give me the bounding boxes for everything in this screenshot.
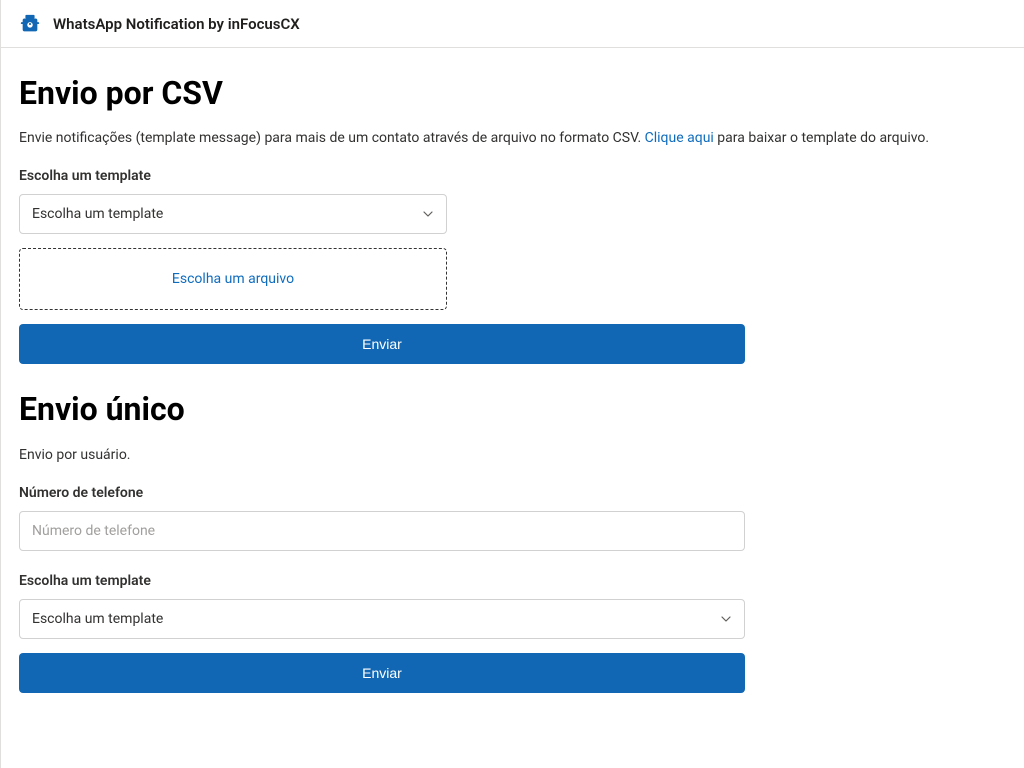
download-template-link[interactable]: Clique aqui (645, 130, 714, 146)
app-logo-icon (19, 13, 41, 35)
chevron-down-icon (422, 208, 434, 220)
single-template-select-value: Escolha um template (32, 611, 163, 627)
phone-input[interactable] (19, 511, 745, 551)
csv-submit-button[interactable]: Enviar (19, 324, 745, 364)
chevron-down-icon (720, 613, 732, 625)
csv-file-picker-label: Escolha um arquivo (172, 271, 294, 287)
phone-label: Número de telefone (19, 485, 1006, 501)
single-submit-button[interactable]: Enviar (19, 653, 745, 693)
single-description: Envio por usuário. (19, 447, 1006, 463)
single-template-label: Escolha um template (19, 573, 1006, 589)
csv-template-select-value: Escolha um template (32, 206, 163, 222)
csv-file-picker[interactable]: Escolha um arquivo (19, 248, 447, 310)
csv-section-heading: Envio por CSV (19, 74, 1006, 112)
app-header: WhatsApp Notification by inFocusCX (0, 0, 1024, 48)
csv-desc-suffix: para baixar o template do arquivo. (714, 130, 929, 146)
csv-template-select[interactable]: Escolha um template (19, 194, 447, 234)
csv-description: Envie notificações (template message) pa… (19, 130, 1006, 146)
single-template-select[interactable]: Escolha um template (19, 599, 745, 639)
app-title: WhatsApp Notification by inFocusCX (53, 15, 300, 33)
csv-desc-prefix: Envie notificações (template message) pa… (19, 130, 645, 146)
single-section-heading: Envio único (19, 390, 1006, 428)
main-content: Envio por CSV Envie notificações (templa… (1, 48, 1024, 711)
csv-template-label: Escolha um template (19, 168, 1006, 184)
